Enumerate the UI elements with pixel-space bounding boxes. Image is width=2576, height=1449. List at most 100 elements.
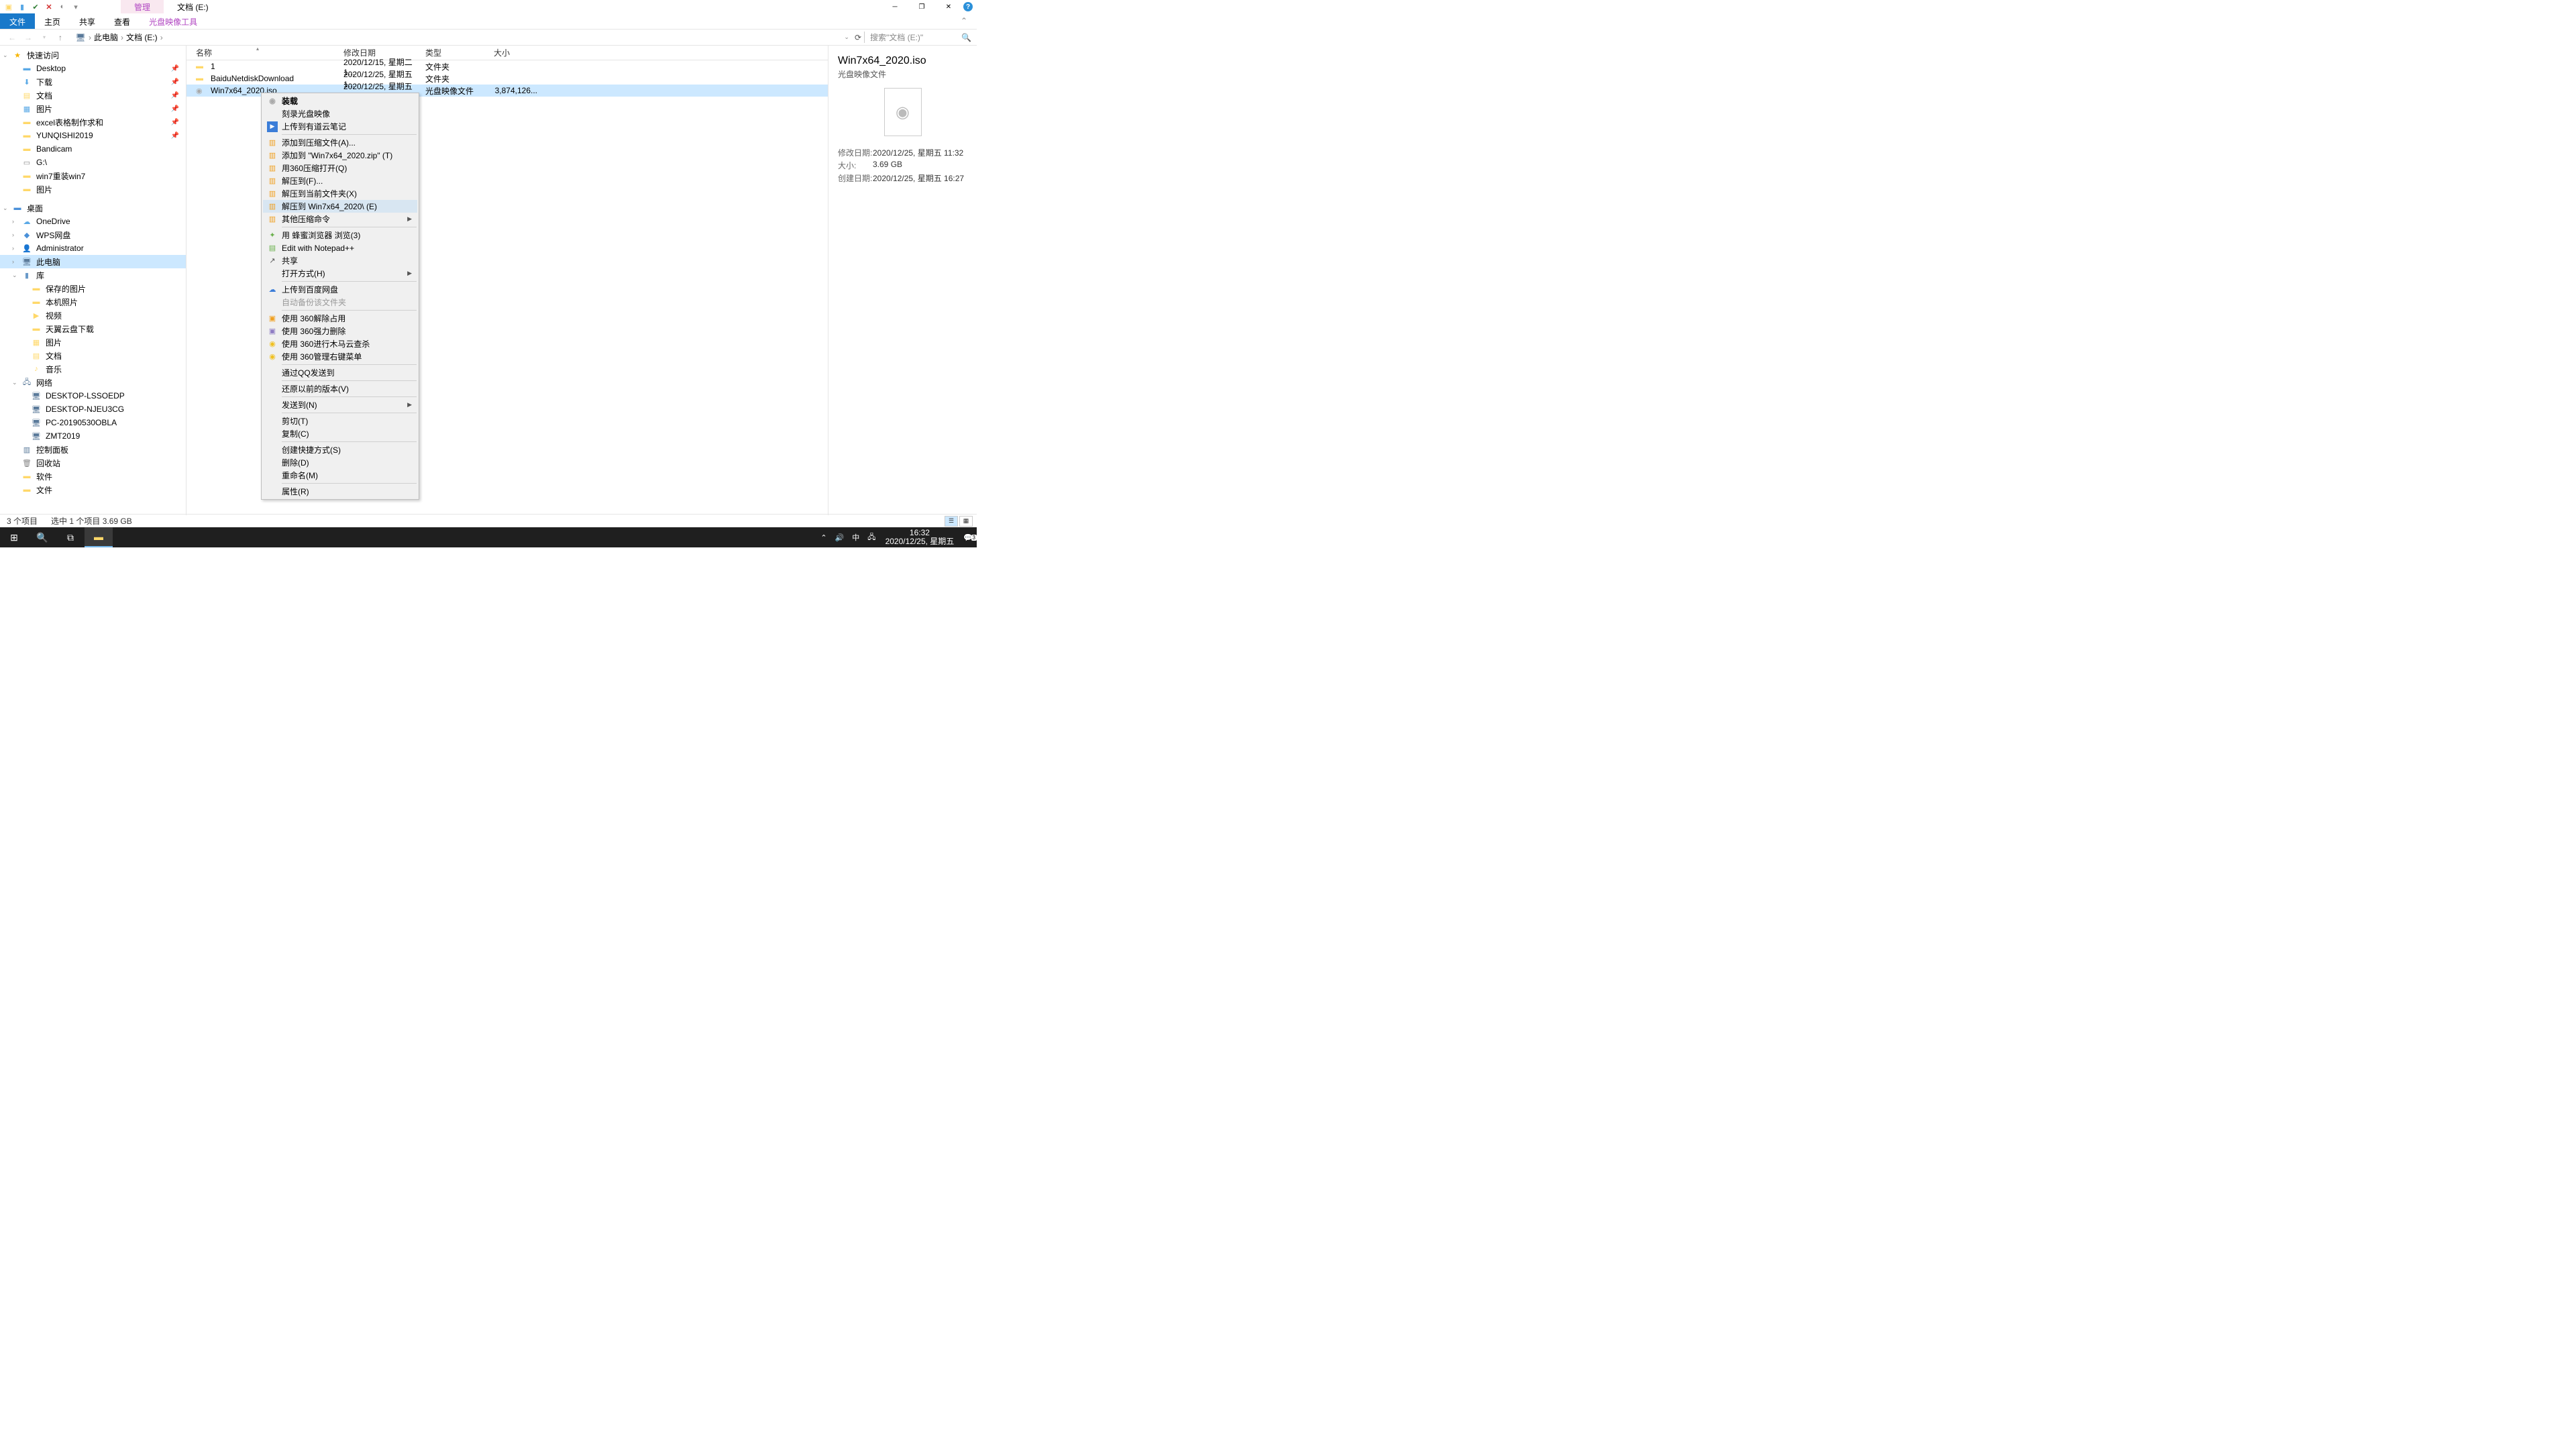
ctx-notepad[interactable]: ▤Edit with Notepad++ (263, 241, 417, 254)
nav-administrator[interactable]: ›👤Administrator (0, 241, 186, 255)
nav-net-pc2[interactable]: 🖥DESKTOP-NJEU3CG (0, 402, 186, 416)
nav-drive-g[interactable]: ▭G:\ (0, 156, 186, 169)
ctx-properties[interactable]: 属性(R) (263, 485, 417, 498)
ctx-extract-folder[interactable]: ▥解压到 Win7x64_2020\ (E) (263, 200, 417, 213)
nav-desktop[interactable]: ▬Desktop📌 (0, 62, 186, 75)
ctx-qq-send[interactable]: 通过QQ发送到 (263, 366, 417, 379)
col-size[interactable]: 大小 (494, 47, 557, 58)
ctx-share[interactable]: ↗共享 (263, 254, 417, 267)
nav-software[interactable]: ▬软件 (0, 470, 186, 483)
nav-documents[interactable]: ▤文档📌 (0, 89, 186, 102)
nav-videos[interactable]: ▶视频 (0, 309, 186, 322)
check-icon[interactable]: ✔ (30, 1, 42, 13)
ribbon-view[interactable]: 查看 (105, 13, 140, 29)
nav-wps[interactable]: ›◆WPS网盘 (0, 228, 186, 241)
tray-chevron-icon[interactable]: ⌃ (816, 533, 830, 542)
nav-forward-button[interactable]: → (21, 33, 35, 42)
ctx-restore-version[interactable]: 还原以前的版本(V) (263, 382, 417, 395)
ribbon-share[interactable]: 共享 (70, 13, 105, 29)
ctx-360-trojan[interactable]: ◉使用 360进行木马云查杀 (263, 337, 417, 350)
start-button[interactable]: ⊞ (0, 527, 28, 547)
ctx-extract-to[interactable]: ▥解压到(F)... (263, 174, 417, 187)
nav-libraries[interactable]: ⌄▮库 (0, 268, 186, 282)
nav-bandicam[interactable]: ▬Bandicam (0, 142, 186, 156)
ctx-other-compress[interactable]: ▥其他压缩命令▶ (263, 213, 417, 225)
ctx-browse-bee[interactable]: ✦用 蜂蜜浏览器 浏览(3) (263, 229, 417, 241)
ctx-360-manage[interactable]: ◉使用 360管理右键菜单 (263, 350, 417, 363)
ctx-shortcut[interactable]: 创建快捷方式(S) (263, 443, 417, 456)
refresh-icon[interactable]: ⟳ (855, 33, 861, 42)
qat-dropdown-icon[interactable]: ▾ (70, 1, 82, 13)
ctx-360-unlock[interactable]: ▣使用 360解除占用 (263, 312, 417, 325)
search-icon[interactable]: 🔍 (961, 33, 971, 42)
ctx-open-360zip[interactable]: ▥用360压缩打开(Q) (263, 162, 417, 174)
nav-back-button[interactable]: ← (5, 33, 19, 42)
nav-up-button[interactable]: ↑ (54, 33, 67, 42)
ctx-youdao[interactable]: ▶上传到有道云笔记 (263, 120, 417, 133)
ctx-mount[interactable]: ◉装载 (263, 95, 417, 107)
file-row[interactable]: ▬ 1 2020/12/15, 星期二 1... 文件夹 (186, 60, 828, 72)
minimize-button[interactable]: ─ (881, 0, 908, 13)
volume-icon[interactable]: 🔊 (831, 533, 849, 542)
action-center-icon[interactable]: 💬3 (959, 533, 977, 542)
nav-pictures[interactable]: ▦图片📌 (0, 102, 186, 115)
close-red-icon[interactable]: ✕ (43, 1, 55, 13)
nav-desktop-root[interactable]: ⌄▬桌面 (0, 201, 186, 215)
ctx-rename[interactable]: 重命名(M) (263, 469, 417, 482)
ctx-add-zip[interactable]: ▥添加到 "Win7x64_2020.zip" (T) (263, 149, 417, 162)
nav-onedrive[interactable]: ›☁OneDrive (0, 215, 186, 228)
ctx-open-with[interactable]: 打开方式(H)▶ (263, 267, 417, 280)
ctx-send-to[interactable]: 发送到(N)▶ (263, 398, 417, 411)
maximize-button[interactable]: ❐ (908, 0, 935, 13)
ctx-baidu-upload[interactable]: ☁上传到百度网盘 (263, 283, 417, 296)
nav-this-pc[interactable]: ›🖥此电脑 (0, 255, 186, 268)
nav-recycle-bin[interactable]: 🗑回收站 (0, 456, 186, 470)
nav-win7-folder[interactable]: ▬win7重装win7 (0, 169, 186, 182)
nav-control-panel[interactable]: ▥控制面板 (0, 443, 186, 456)
nav-files[interactable]: ▬文件 (0, 483, 186, 496)
ctx-extract-here[interactable]: ▥解压到当前文件夹(X) (263, 187, 417, 200)
nav-pictures2[interactable]: ▬图片 (0, 182, 186, 196)
ribbon-home[interactable]: 主页 (35, 13, 70, 29)
nav-documents2[interactable]: ▤文档 (0, 349, 186, 362)
help-icon[interactable]: ? (963, 2, 973, 11)
nav-net-pc3[interactable]: 🖥PC-20190530OBLA (0, 416, 186, 429)
nav-tianyi[interactable]: ▬天翼云盘下载 (0, 322, 186, 335)
close-button[interactable]: ✕ (935, 0, 962, 13)
nav-yunqishi[interactable]: ▬YUNQISHI2019📌 (0, 129, 186, 142)
search-button[interactable]: 🔍 (28, 527, 56, 547)
nav-music[interactable]: ♪音乐 (0, 362, 186, 376)
view-details-button[interactable]: ☰ (945, 516, 958, 527)
nav-saved-pics[interactable]: ▬保存的图片 (0, 282, 186, 295)
nav-network[interactable]: ⌄🖧网络 (0, 376, 186, 389)
file-row[interactable]: ▬ BaiduNetdiskDownload 2020/12/25, 星期五 1… (186, 72, 828, 85)
pin-icon[interactable]: ▮ (16, 1, 28, 13)
ribbon-file[interactable]: 文件 (0, 13, 35, 29)
ime-indicator[interactable]: 中 (848, 532, 863, 543)
view-icons-button[interactable]: ▦ (959, 516, 973, 527)
ribbon-collapse-icon[interactable]: ⌃ (951, 13, 977, 29)
nav-net-pc4[interactable]: 🖥ZMT2019 (0, 429, 186, 443)
nav-net-pc1[interactable]: 🖥DESKTOP-LSSOEDP (0, 389, 186, 402)
ctx-copy[interactable]: 复制(C) (263, 427, 417, 440)
taskbar-clock[interactable]: 16:32 2020/12/25, 星期五 (880, 529, 960, 546)
nav-camera-roll[interactable]: ▬本机照片 (0, 295, 186, 309)
explorer-taskbar-button[interactable]: ▬ (85, 527, 113, 547)
col-type[interactable]: 类型 (425, 47, 494, 58)
task-view-button[interactable]: ⧉ (56, 527, 85, 547)
nav-excel-folder[interactable]: ▬excel表格制作求和📌 (0, 115, 186, 129)
ctx-delete[interactable]: 删除(D) (263, 456, 417, 469)
ctx-360-delete[interactable]: ▣使用 360强力删除 (263, 325, 417, 337)
search-input[interactable]: 搜索"文档 (E:)" 🔍 (864, 32, 971, 43)
ctx-add-archive[interactable]: ▥添加到压缩文件(A)... (263, 136, 417, 149)
nav-quick-access[interactable]: ⌄★快速访问 (0, 48, 186, 62)
props-icon[interactable]: ◐ (56, 1, 68, 13)
ctx-cut[interactable]: 剪切(T) (263, 415, 417, 427)
col-name[interactable]: 名称▴ (196, 47, 343, 58)
nav-pictures3[interactable]: ▦图片 (0, 335, 186, 349)
breadcrumb-root[interactable]: 此电脑 (94, 32, 118, 43)
ctx-burn[interactable]: 刻录光盘映像 (263, 107, 417, 120)
breadcrumb-location[interactable]: 文档 (E:) (126, 32, 158, 43)
network-tray-icon[interactable]: 🖧 (863, 531, 879, 544)
nav-recent-icon[interactable]: ▾ (38, 34, 51, 40)
